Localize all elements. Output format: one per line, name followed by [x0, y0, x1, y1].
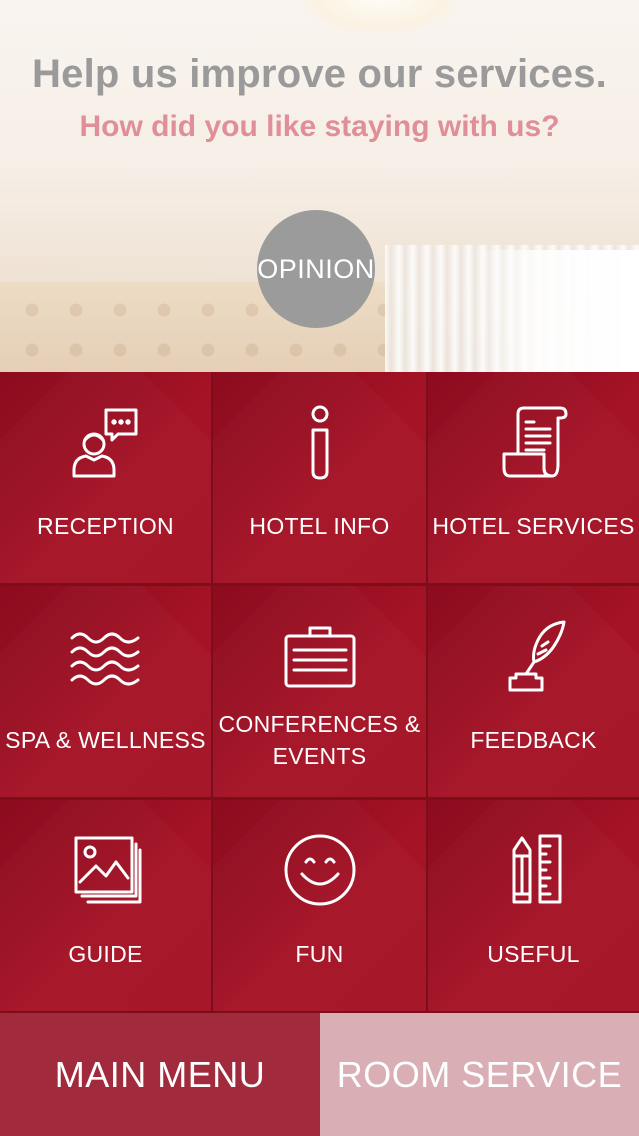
smiley-icon — [280, 830, 360, 910]
menu-tile-label-line1: CONFERENCES & — [218, 711, 421, 737]
photo-gallery-icon — [66, 830, 146, 910]
menu-tile-reception[interactable]: RECEPTION — [0, 372, 211, 583]
menu-tile-feedback[interactable]: FEEDBACK — [428, 586, 639, 797]
bottom-bar: MAIN MENU ROOM SERVICE — [0, 1013, 639, 1136]
quill-inkwell-icon — [494, 616, 574, 696]
main-menu-button[interactable]: MAIN MENU — [0, 1013, 320, 1136]
menu-tile-label: RECEPTION — [37, 513, 174, 539]
room-service-button[interactable]: ROOM SERVICE — [320, 1013, 639, 1136]
menu-tile-label-line2: EVENTS — [272, 743, 367, 769]
info-icon — [280, 402, 360, 482]
document-list-icon — [494, 402, 574, 482]
hero-window-light — [470, 250, 639, 372]
menu-tile-label: HOTEL INFO — [249, 513, 390, 539]
hero-title: Help us improve our services. — [32, 52, 607, 96]
waves-icon — [66, 616, 146, 696]
menu-tile-hotel-info[interactable]: HOTEL INFO — [213, 372, 426, 583]
menu-tile-label: SPA & WELLNESS — [5, 727, 206, 753]
pencil-ruler-icon — [494, 830, 574, 910]
menu-tile-guide[interactable]: GUIDE — [0, 800, 211, 1011]
menu-tile-conferences-events[interactable]: CONFERENCES & EVENTS — [213, 586, 426, 797]
menu-grid: RECEPTION HOTEL INFO HOTEL SERVICES SPA … — [0, 372, 639, 1013]
hero-ceiling-light — [300, 0, 460, 35]
menu-tile-label: CONFERENCES & EVENTS — [213, 708, 426, 772]
menu-tile-fun[interactable]: FUN — [213, 800, 426, 1011]
menu-tile-label: USEFUL — [487, 941, 580, 967]
reception-icon — [66, 402, 146, 482]
menu-tile-label: FUN — [295, 941, 344, 967]
hero-subtitle: How did you like staying with us? — [79, 110, 560, 143]
opinion-button[interactable]: OPINION — [257, 210, 375, 328]
briefcase-icon — [280, 616, 360, 696]
menu-tile-label: GUIDE — [68, 941, 143, 967]
menu-tile-label: HOTEL SERVICES — [432, 513, 635, 539]
menu-tile-hotel-services[interactable]: HOTEL SERVICES — [428, 372, 639, 583]
menu-tile-label: FEEDBACK — [470, 727, 597, 753]
menu-tile-spa-wellness[interactable]: SPA & WELLNESS — [0, 586, 211, 797]
hero-banner: Help us improve our services. How did yo… — [0, 0, 639, 372]
menu-tile-useful[interactable]: USEFUL — [428, 800, 639, 1011]
